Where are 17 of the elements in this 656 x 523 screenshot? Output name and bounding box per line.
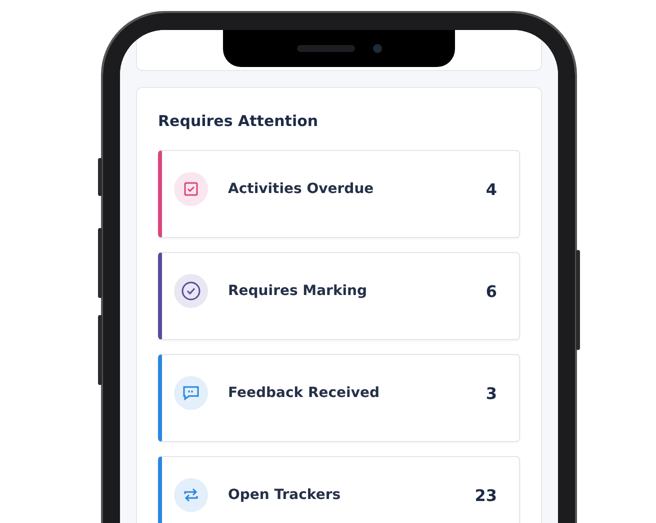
- item-count: 23: [474, 486, 497, 504]
- attention-item[interactable]: Requires Marking 6: [158, 252, 520, 340]
- item-label: Activities Overdue: [228, 181, 375, 197]
- attention-item[interactable]: Activities Overdue 4: [158, 150, 520, 238]
- item-label: Requires Marking: [228, 283, 368, 299]
- check-circle-icon: [181, 281, 201, 301]
- section-title: Requires Attention: [158, 112, 320, 130]
- item-count: 6: [486, 282, 497, 300]
- attention-item[interactable]: Open Trackers 23: [158, 456, 520, 523]
- repeat-icon: [182, 486, 200, 504]
- chat-bubble-icon: [182, 385, 200, 401]
- attention-item[interactable]: Feedback Received 3: [158, 354, 520, 442]
- item-count: 4: [486, 180, 497, 198]
- item-label: Feedback Received: [228, 385, 380, 401]
- item-label: Open Trackers: [228, 487, 342, 503]
- item-count: 3: [486, 384, 497, 402]
- checkbox-icon: [183, 181, 199, 197]
